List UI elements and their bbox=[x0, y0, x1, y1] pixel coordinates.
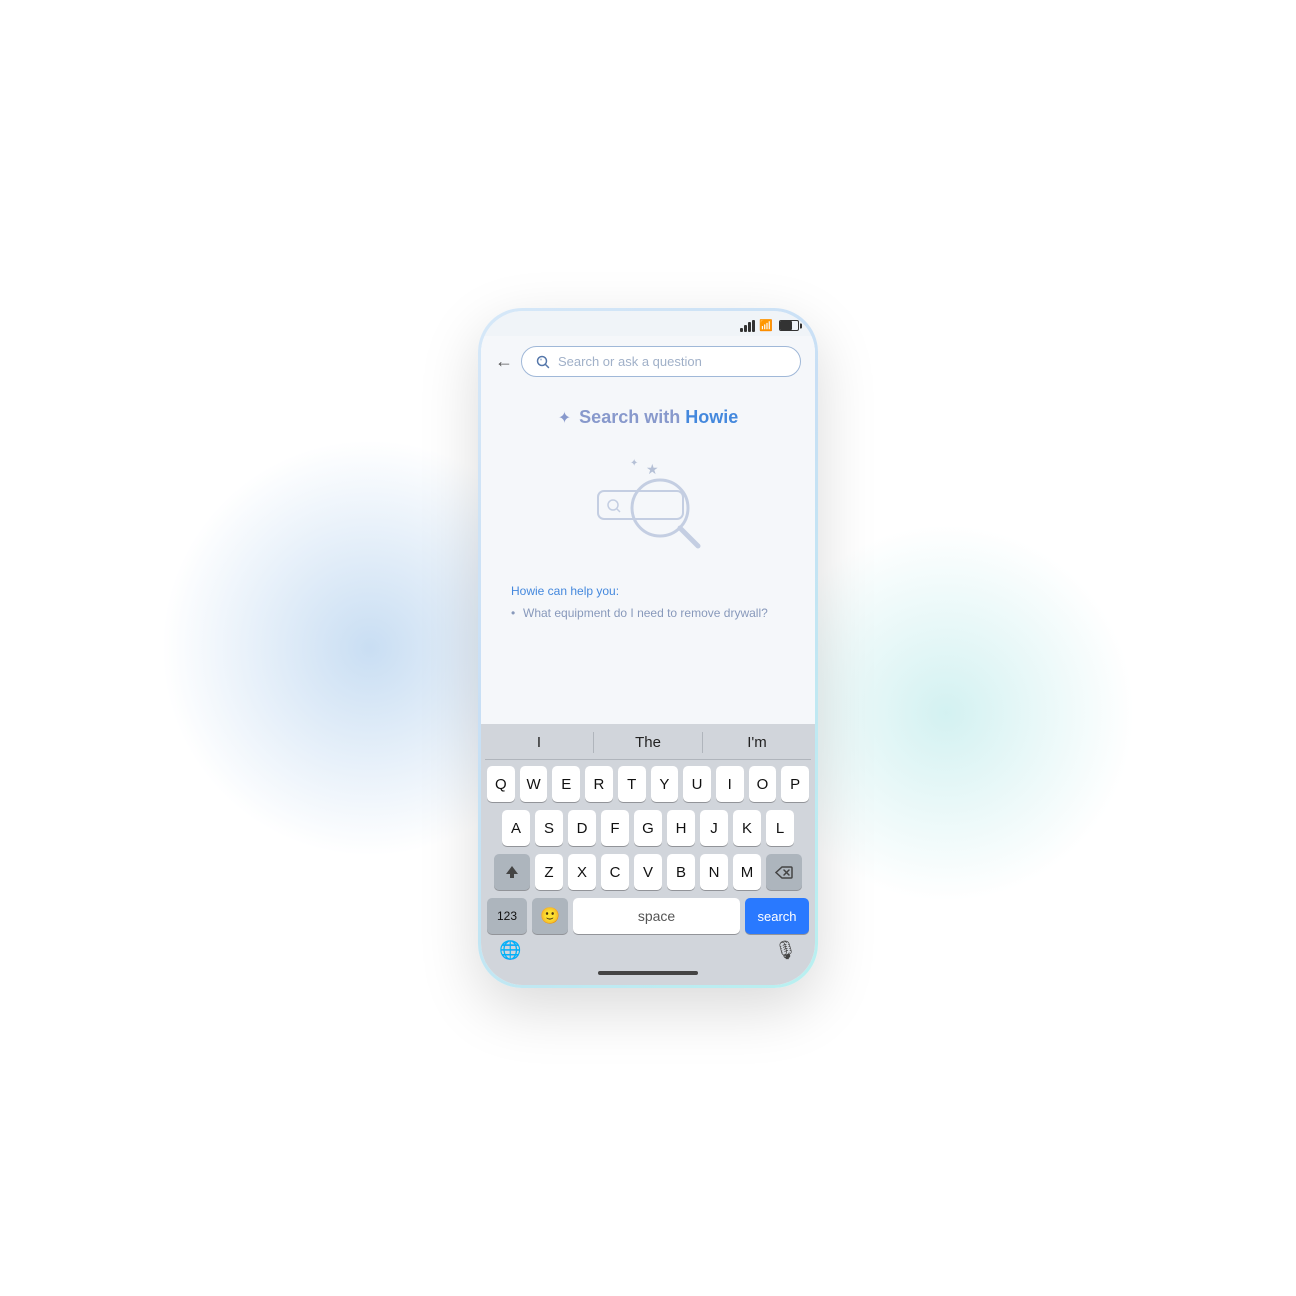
phone-inner: 📶 ← bbox=[481, 311, 815, 985]
suggestion-0[interactable]: I bbox=[485, 732, 594, 753]
search-with-text: Search with Howie bbox=[579, 407, 738, 428]
key-A[interactable]: A bbox=[502, 810, 530, 846]
signal-icon bbox=[740, 320, 755, 332]
key-F[interactable]: F bbox=[601, 810, 629, 846]
keyboard: I The I'm Q W E R T Y bbox=[481, 724, 815, 967]
key-Z[interactable]: Z bbox=[535, 854, 563, 890]
key-R[interactable]: R bbox=[585, 766, 613, 802]
search-placeholder: Search or ask a question bbox=[558, 354, 702, 369]
help-item: What equipment do I need to remove drywa… bbox=[511, 604, 785, 622]
key-T[interactable]: T bbox=[618, 766, 646, 802]
key-D[interactable]: D bbox=[568, 810, 596, 846]
phone-frame: 📶 ← bbox=[478, 308, 818, 988]
app-content: ← Search or ask a question bbox=[481, 336, 815, 985]
help-section: Howie can help you: What equipment do I … bbox=[501, 584, 795, 622]
header: ← Search or ask a question bbox=[481, 336, 815, 387]
suggestion-1[interactable]: The bbox=[594, 732, 703, 753]
keyboard-row-1: Q W E R T Y U I O P bbox=[487, 766, 809, 802]
key-C[interactable]: C bbox=[601, 854, 629, 890]
main-area: ✦ Search with Howie ★ ✦ bbox=[481, 387, 815, 724]
howie-icon: ✦ bbox=[558, 408, 571, 428]
search-illustration: ★ ✦ bbox=[578, 446, 718, 566]
key-U[interactable]: U bbox=[683, 766, 711, 802]
key-L[interactable]: L bbox=[766, 810, 794, 846]
key-G[interactable]: G bbox=[634, 810, 662, 846]
wifi-icon: 📶 bbox=[759, 319, 773, 332]
search-with-howie-heading: ✦ Search with Howie bbox=[558, 407, 738, 428]
space-key[interactable]: space bbox=[573, 898, 740, 934]
back-button[interactable]: ← bbox=[495, 351, 513, 372]
keyboard-bottom-bar: 🌐 🎙 bbox=[485, 934, 811, 963]
key-X[interactable]: X bbox=[568, 854, 596, 890]
emoji-key[interactable]: 🙂 bbox=[532, 898, 568, 934]
key-J[interactable]: J bbox=[700, 810, 728, 846]
key-P[interactable]: P bbox=[781, 766, 809, 802]
home-bar bbox=[598, 971, 698, 975]
key-V[interactable]: V bbox=[634, 854, 662, 890]
status-bar: 📶 bbox=[481, 311, 815, 336]
keyboard-suggestions: I The I'm bbox=[485, 732, 811, 760]
key-K[interactable]: K bbox=[733, 810, 761, 846]
howie-can-help-label: Howie can help you: bbox=[511, 584, 785, 598]
search-icon bbox=[536, 355, 550, 369]
keyboard-row-bottom: 123 🙂 space search bbox=[487, 898, 809, 934]
keyboard-rows: Q W E R T Y U I O P bbox=[485, 766, 811, 934]
key-W[interactable]: W bbox=[520, 766, 548, 802]
key-Y[interactable]: Y bbox=[651, 766, 679, 802]
key-S[interactable]: S bbox=[535, 810, 563, 846]
search-bar[interactable]: Search or ask a question bbox=[521, 346, 801, 377]
mic-icon[interactable]: 🎙 bbox=[774, 940, 797, 961]
page-background: 📶 ← bbox=[0, 0, 1296, 1296]
delete-key[interactable] bbox=[766, 854, 802, 890]
key-I[interactable]: I bbox=[716, 766, 744, 802]
battery-icon bbox=[779, 320, 799, 331]
key-N[interactable]: N bbox=[700, 854, 728, 890]
shift-key[interactable] bbox=[494, 854, 530, 890]
key-H[interactable]: H bbox=[667, 810, 695, 846]
home-indicator bbox=[481, 967, 815, 985]
svg-text:★: ★ bbox=[646, 461, 659, 477]
globe-icon[interactable]: 🌐 bbox=[499, 940, 521, 961]
keyboard-row-2: A S D F G H J K L bbox=[487, 810, 809, 846]
svg-text:✦: ✦ bbox=[630, 458, 638, 469]
key-B[interactable]: B bbox=[667, 854, 695, 890]
key-M[interactable]: M bbox=[733, 854, 761, 890]
key-Q[interactable]: Q bbox=[487, 766, 515, 802]
key-E[interactable]: E bbox=[552, 766, 580, 802]
numbers-key[interactable]: 123 bbox=[487, 898, 527, 934]
search-key[interactable]: search bbox=[745, 898, 809, 934]
suggestion-2[interactable]: I'm bbox=[703, 732, 811, 753]
keyboard-row-3: Z X C V B N M bbox=[487, 854, 809, 890]
key-O[interactable]: O bbox=[749, 766, 777, 802]
